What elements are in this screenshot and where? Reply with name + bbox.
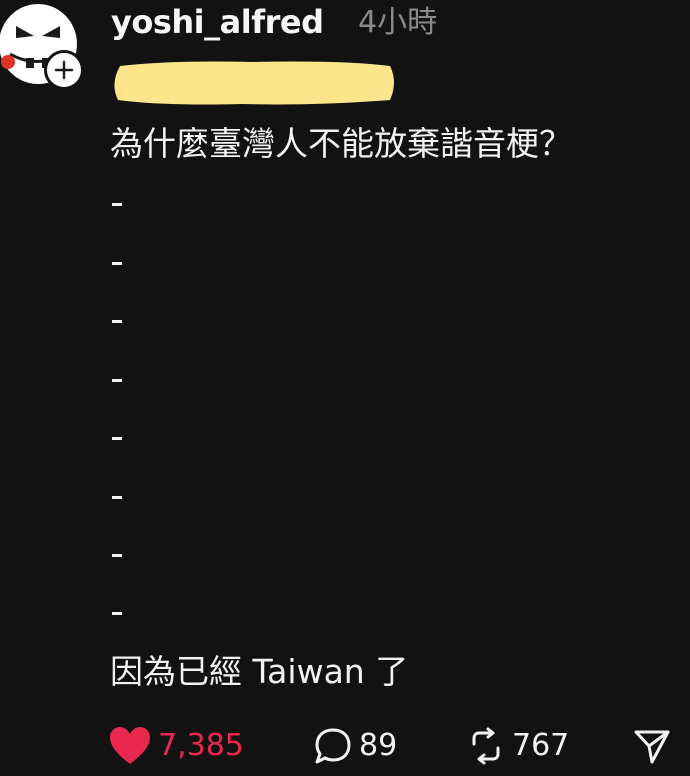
post-text-line: 因為已經 Taiwan 了 (110, 652, 409, 691)
like-button[interactable]: 7,385 (108, 724, 244, 768)
comment-bubble-icon (315, 728, 351, 764)
post-dash (112, 612, 122, 615)
follow-button[interactable] (44, 50, 84, 90)
post-dash (112, 554, 122, 557)
share-button[interactable] (632, 724, 672, 768)
post-dash (112, 203, 122, 206)
post-dash (112, 320, 122, 323)
avatar[interactable] (0, 0, 90, 92)
post-dash (112, 437, 122, 440)
repost-count: 767 (512, 728, 570, 763)
redacted-highlight (114, 61, 394, 105)
plus-icon (54, 60, 74, 80)
post-dash (112, 379, 122, 382)
post-text-line: 為什麼臺灣人不能放棄諧音梗？ (110, 124, 572, 163)
heart-icon (110, 727, 150, 764)
comment-button[interactable]: 89 (313, 724, 397, 768)
timestamp: 4小時 (358, 5, 438, 40)
post-dash (112, 262, 122, 265)
repost-button[interactable]: 767 (466, 724, 569, 768)
post-dash (112, 496, 122, 499)
send-icon (634, 730, 670, 764)
repost-icon (472, 727, 500, 765)
comment-count: 89 (359, 728, 398, 763)
username[interactable]: yoshi_alfred (111, 2, 324, 42)
like-count: 7,385 (158, 728, 244, 763)
